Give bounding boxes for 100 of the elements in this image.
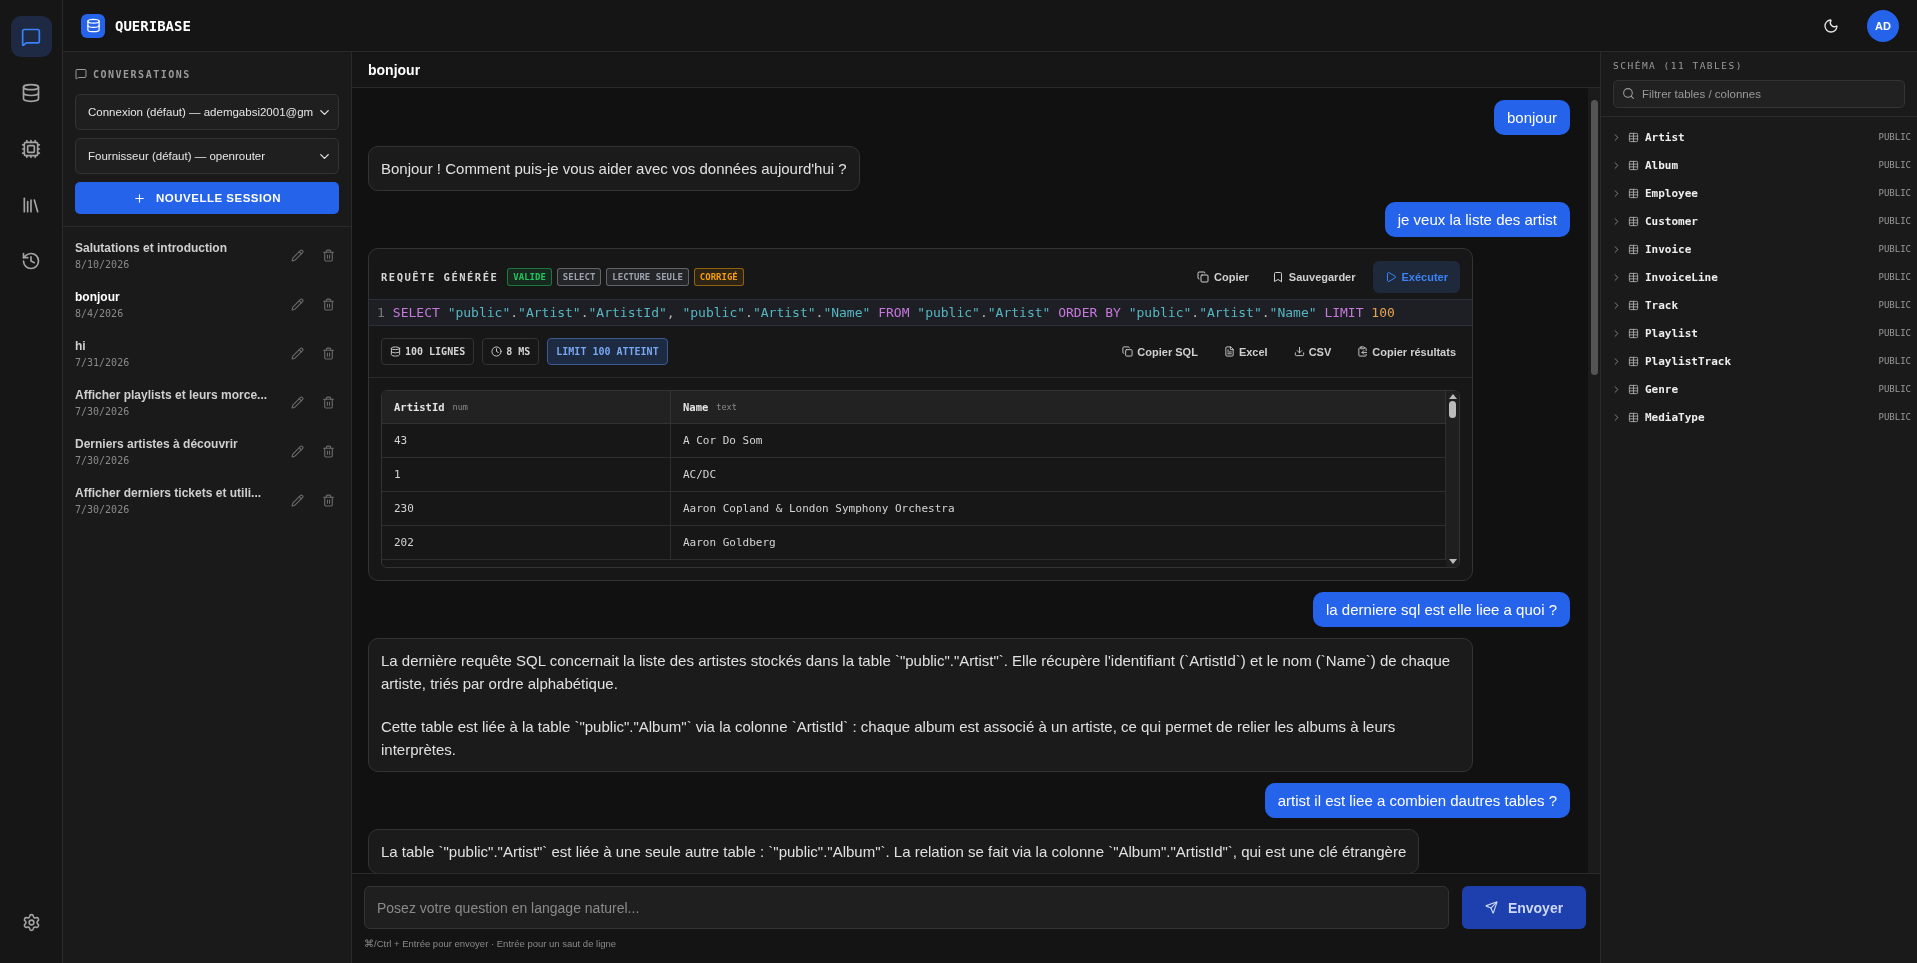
play-icon bbox=[1384, 271, 1397, 283]
table-cell: 43 bbox=[382, 424, 671, 458]
table-name[interactable]: Invoice bbox=[1645, 242, 1873, 256]
table-name[interactable]: PlaylistTrack bbox=[1645, 354, 1873, 368]
pencil-icon bbox=[291, 347, 304, 360]
session-date: 7/31/2026 bbox=[75, 357, 131, 368]
session-title[interactable]: Afficher derniers tickets et utili... bbox=[75, 486, 277, 500]
user-message: bonjour bbox=[1493, 100, 1570, 135]
table-cell: Aaron Goldberg bbox=[671, 526, 1446, 560]
trash-icon bbox=[322, 396, 335, 409]
question-input[interactable]: Posez votre question en langage naturel... bbox=[364, 886, 1449, 929]
clock-icon bbox=[491, 346, 503, 357]
status-badge: SELECT bbox=[556, 268, 602, 286]
save-button[interactable]: Sauvegarder bbox=[1265, 263, 1362, 291]
column-header[interactable]: Name text bbox=[671, 391, 1446, 424]
scroll-thumb[interactable] bbox=[1590, 100, 1598, 375]
table-name[interactable]: MediaType bbox=[1645, 410, 1873, 424]
session-date: 7/30/2026 bbox=[75, 406, 131, 417]
row-count-badge: 100 LIGNES bbox=[381, 338, 475, 365]
chat-icon bbox=[21, 26, 41, 47]
table-icon bbox=[1628, 411, 1639, 423]
pencil-icon bbox=[291, 445, 304, 458]
session-title[interactable]: Afficher playlists et leurs morce... bbox=[75, 388, 277, 402]
table-icon bbox=[1628, 299, 1639, 311]
schema-label: PUBLIC bbox=[1878, 356, 1911, 366]
pencil-icon bbox=[291, 494, 304, 507]
table-icon bbox=[1628, 131, 1639, 143]
copy-icon bbox=[1197, 271, 1209, 283]
session-date: 7/30/2026 bbox=[75, 455, 131, 466]
chat-icon bbox=[75, 68, 87, 80]
schema-label: PUBLIC bbox=[1878, 188, 1911, 198]
trash-icon bbox=[322, 347, 335, 360]
trash-icon bbox=[322, 494, 335, 507]
chip-icon bbox=[21, 138, 41, 159]
table-icon bbox=[1628, 355, 1639, 367]
connection-select[interactable]: Connexion (défaut) — ademgabsi2001@gm bbox=[75, 94, 339, 130]
limit-badge: LIMIT 100 ATTEINT bbox=[547, 338, 668, 365]
schema-label: PUBLIC bbox=[1878, 384, 1911, 394]
filter-field[interactable]: Filtrer tables / colonnes bbox=[1613, 80, 1905, 108]
status-badge: CORRIGÉ bbox=[693, 268, 744, 286]
export-button[interactable]: Copier résultats bbox=[1353, 341, 1460, 362]
session-title[interactable]: bonjour bbox=[75, 290, 277, 304]
table-cell: 202 bbox=[382, 526, 671, 560]
table-cell: A Cor Do Som bbox=[671, 424, 1446, 458]
table-name[interactable]: Playlist bbox=[1645, 326, 1873, 340]
table-name[interactable]: Album bbox=[1645, 158, 1873, 172]
table-name[interactable]: Artist bbox=[1645, 130, 1873, 144]
table-cell: AC/DC bbox=[671, 458, 1446, 492]
database-icon bbox=[390, 346, 401, 357]
assistant-message: La table `"public"."Artist"` est liée à une seule autre table : `"public"."Album"`. La relation se fait via la colonne `"Album"."ArtistId"`, qui est une clé étrangère bbox=[368, 829, 1420, 873]
export-button[interactable]: Copier SQL bbox=[1118, 341, 1202, 362]
session-title[interactable]: Derniers artistes à découvrir bbox=[75, 437, 277, 451]
scroll-thumb[interactable] bbox=[1449, 401, 1456, 418]
table-cell: 1 bbox=[382, 458, 671, 492]
scroll-down-icon[interactable] bbox=[1448, 559, 1457, 564]
duration-badge: 8 MS bbox=[482, 338, 540, 365]
logo-icon bbox=[81, 13, 105, 38]
search-icon bbox=[1622, 87, 1635, 100]
send-icon bbox=[1484, 901, 1498, 914]
column-header[interactable]: ArtistId num bbox=[382, 391, 671, 424]
copy-button[interactable]: Copier bbox=[1191, 263, 1255, 291]
trash-icon bbox=[322, 445, 335, 458]
session-date: 8/10/2026 bbox=[75, 259, 131, 270]
trash-icon bbox=[322, 249, 335, 262]
file-icon bbox=[1223, 346, 1235, 357]
send-button[interactable]: Envoyer bbox=[1462, 886, 1586, 929]
table-cell: Aaron Copland & London Symphony Orchestra bbox=[671, 492, 1446, 526]
scrollbar[interactable] bbox=[1588, 88, 1600, 873]
trash-icon bbox=[322, 298, 335, 311]
history-icon bbox=[21, 250, 41, 271]
bookmark-icon bbox=[1271, 271, 1284, 283]
clipboard-icon bbox=[1357, 346, 1369, 357]
schema-label: PUBLIC bbox=[1878, 160, 1911, 170]
run-button[interactable]: Exécuter bbox=[1372, 261, 1460, 293]
sql-text: SELECT "public"."Artist"."ArtistId", "public"."Artist"."Name" FROM "public"."Artist" ORDER BY "public"."Artist"."Name" LIMIT 100 bbox=[392, 305, 1395, 320]
moon-icon bbox=[1823, 17, 1839, 34]
app-name: QUERIBASE bbox=[115, 17, 191, 34]
provider-select[interactable]: Fournisseur (défaut) — openrouter bbox=[75, 138, 339, 174]
session-title[interactable]: Salutations et introduction bbox=[75, 241, 277, 255]
assistant-message: Bonjour ! Comment puis-je vous aider avec vos données aujourd'hui ? bbox=[368, 146, 860, 191]
schema-label: PUBLIC bbox=[1878, 412, 1911, 422]
session-title[interactable]: hi bbox=[75, 339, 277, 353]
table-name[interactable]: Genre bbox=[1645, 382, 1873, 396]
new-session-button[interactable]: NOUVELLE SESSION bbox=[75, 182, 339, 214]
user-message: artist il est liee a combien dautres tables ? bbox=[1264, 783, 1570, 818]
keyboard-hint: ⌘/Ctrl + Entrée pour envoyer · Entrée pour un saut de ligne bbox=[364, 938, 618, 949]
copy-icon bbox=[1122, 346, 1134, 357]
table-name[interactable]: Employee bbox=[1645, 186, 1873, 200]
user-avatar[interactable]: AD bbox=[1867, 9, 1899, 42]
export-button[interactable]: Excel bbox=[1219, 341, 1272, 362]
scrollbar[interactable] bbox=[1446, 391, 1459, 567]
chat-title: bonjour bbox=[352, 52, 1600, 88]
table-name[interactable]: Customer bbox=[1645, 214, 1873, 228]
table-name[interactable]: Track bbox=[1645, 298, 1873, 312]
table-icon bbox=[1628, 215, 1639, 227]
table-name[interactable]: InvoiceLine bbox=[1645, 270, 1873, 284]
export-button[interactable]: CSV bbox=[1289, 341, 1336, 362]
table-icon bbox=[1628, 383, 1639, 395]
schema-label: PUBLIC bbox=[1878, 328, 1911, 338]
nav-button[interactable] bbox=[10, 16, 52, 57]
